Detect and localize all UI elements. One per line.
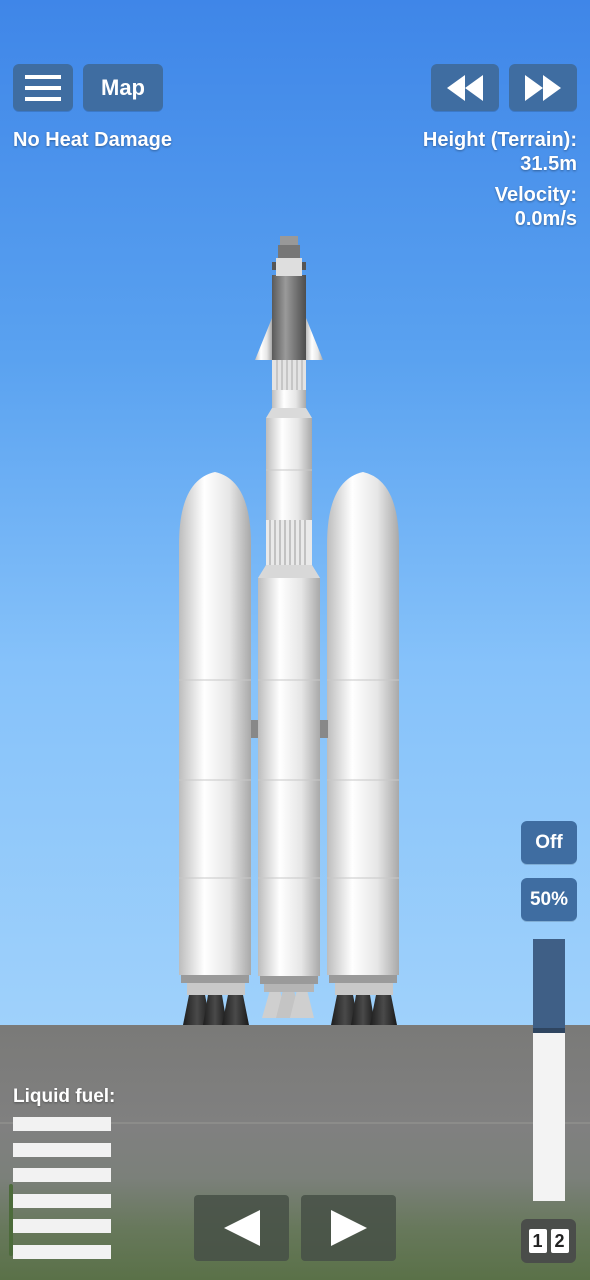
stage-1[interactable]: 1 bbox=[528, 1229, 547, 1253]
fast-forward-icon bbox=[525, 74, 561, 101]
right-booster bbox=[327, 472, 399, 1025]
hamburger-icon bbox=[25, 74, 61, 101]
engine-toggle-button[interactable]: Off bbox=[521, 821, 577, 864]
left-booster bbox=[179, 472, 251, 1025]
rocket[interactable] bbox=[0, 0, 590, 1040]
rewind-button[interactable] bbox=[431, 64, 499, 111]
fuel-bar-segment bbox=[13, 1193, 111, 1208]
throttle-fill bbox=[533, 939, 565, 1031]
heat-status-text: No Heat Damage bbox=[13, 129, 172, 151]
fuel-bar-segment bbox=[13, 1117, 111, 1131]
throttle-handle[interactable] bbox=[533, 1028, 565, 1033]
velocity-label: Velocity: bbox=[494, 184, 577, 206]
core-stage bbox=[255, 236, 323, 1018]
velocity-value: 0.0m/s bbox=[514, 208, 577, 230]
fuel-bar-segment bbox=[13, 1142, 111, 1157]
fuel-bar-segment bbox=[13, 1219, 111, 1233]
stage-selector[interactable]: 1 2 bbox=[521, 1219, 576, 1263]
height-value: 31.5m bbox=[520, 153, 577, 175]
map-button[interactable]: Map bbox=[83, 64, 163, 111]
rotate-left-icon bbox=[223, 1210, 260, 1246]
fuel-gauge-edge bbox=[9, 1184, 13, 1256]
rotate-right-button[interactable] bbox=[301, 1195, 396, 1261]
throttle-slider[interactable] bbox=[533, 939, 565, 1201]
rewind-icon bbox=[447, 74, 483, 101]
fuel-bar-segment bbox=[13, 1168, 111, 1182]
menu-button[interactable] bbox=[13, 64, 73, 111]
liquid-fuel-label: Liquid fuel: bbox=[13, 1086, 116, 1107]
fuel-bar-segment bbox=[13, 1244, 111, 1259]
rotate-right-icon bbox=[330, 1210, 367, 1246]
stage-2[interactable]: 2 bbox=[550, 1229, 569, 1253]
fast-forward-button[interactable] bbox=[509, 64, 577, 111]
throttle-percent-button[interactable]: 50% bbox=[521, 878, 577, 921]
rotate-left-button[interactable] bbox=[194, 1195, 289, 1261]
height-label: Height (Terrain): bbox=[422, 129, 577, 151]
